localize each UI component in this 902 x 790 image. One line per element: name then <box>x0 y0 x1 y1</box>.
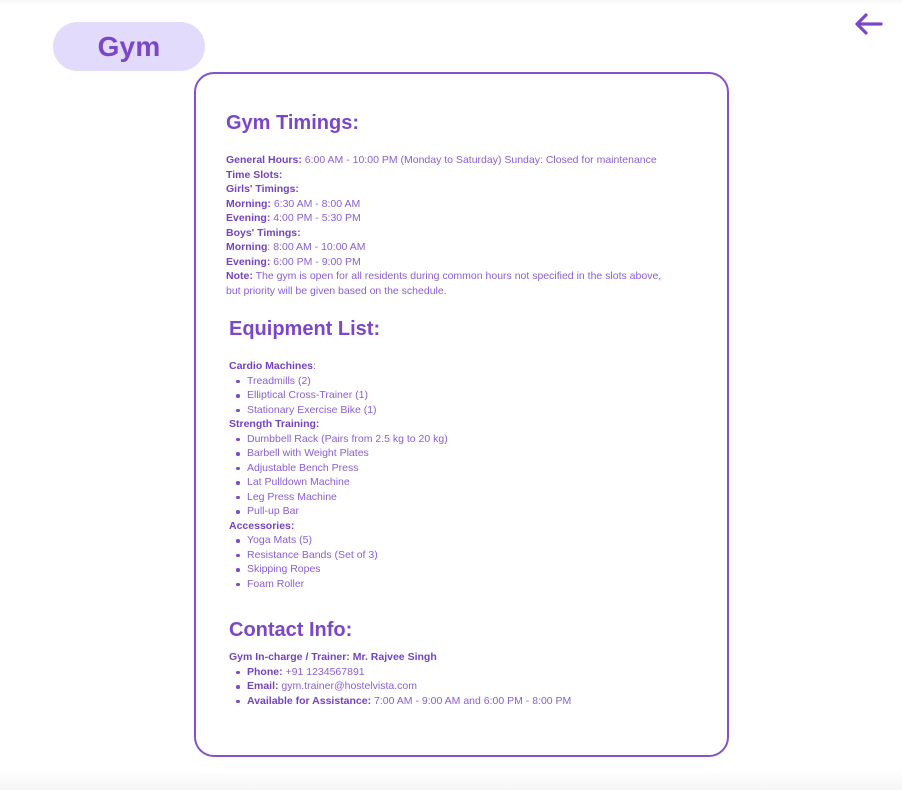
back-button[interactable] <box>852 10 884 38</box>
time-slots-row: Time Slots: <box>226 168 696 183</box>
list-item: Dumbbell Rack (Pairs from 2.5 kg to 20 k… <box>236 432 689 447</box>
email-value: gym.trainer@hostelvista.com <box>278 680 417 692</box>
contact-section: Gym In-charge / Trainer: Mr. Rajvee Sing… <box>229 650 689 708</box>
list-item: Skipping Ropes <box>236 562 689 577</box>
time-slots-label: Time Slots: <box>226 168 283 181</box>
timings-heading: Gym Timings: <box>226 112 359 134</box>
gym-info-card: Gym Timings: General Hours: 6:00 AM - 10… <box>194 72 729 757</box>
boys-evening-value: 6:00 PM - 9:00 PM <box>270 255 361 268</box>
cardio-list: Treadmills (2) Elliptical Cross-Trainer … <box>229 374 689 418</box>
list-item: Leg Press Machine <box>236 490 689 505</box>
phone-label: Phone: <box>247 665 283 678</box>
accessories-row: Accessories: <box>229 519 689 534</box>
note-label: Note: <box>226 270 253 282</box>
girls-timings-row: Girls' Timings: <box>226 182 696 197</box>
contact-list: Phone: +91 1234567891 Email: gym.trainer… <box>229 665 689 709</box>
list-item: Elliptical Cross-Trainer (1) <box>236 388 689 403</box>
girls-morning-label: Morning: <box>226 197 271 210</box>
note-value: The gym is open for all residents during… <box>226 270 662 297</box>
page-title-text: Gym <box>97 30 161 62</box>
list-item: Barbell with Weight Plates <box>236 446 689 461</box>
gym-page: Gym Gym Timings: General Hours: 6:00 AM … <box>0 0 902 790</box>
accessories-list: Yoga Mats (5) Resistance Bands (Set of 3… <box>229 533 689 591</box>
contact-heading: Contact Info: <box>229 619 353 641</box>
accessories-label: Accessories: <box>229 519 295 532</box>
girls-evening-row: Evening: 4:00 PM - 5:30 PM <box>226 211 696 226</box>
girls-morning-value: 6:30 AM - 8:00 AM <box>270 197 361 210</box>
phone-value: +91 1234567891 <box>282 665 365 678</box>
list-item: Stationary Exercise Bike (1) <box>236 403 689 418</box>
list-item: Resistance Bands (Set of 3) <box>236 548 689 563</box>
list-item: Treadmills (2) <box>236 374 689 389</box>
availability-value: 7:00 AM - 9:00 AM and 6:00 PM - 8:00 PM <box>371 694 572 707</box>
strength-list: Dumbbell Rack (Pairs from 2.5 kg to 20 k… <box>229 432 689 519</box>
list-item: Pull-up Bar <box>236 504 689 519</box>
boys-timings-label: Boys' Timings: <box>226 226 301 239</box>
strength-label: Strength Training: <box>229 418 320 430</box>
cardio-label: Cardio Machines <box>229 360 314 372</box>
boys-morning-row: Morning: 8:00 AM - 10:00 AM <box>226 240 696 255</box>
strength-row: Strength Training: <box>229 417 689 432</box>
email-label: Email: <box>247 680 279 692</box>
page-title: Gym <box>53 22 205 71</box>
cardio-suffix: : <box>313 360 316 372</box>
boys-evening-label: Evening: <box>226 255 271 268</box>
girls-timings-label: Girls' Timings: <box>226 183 299 195</box>
availability-label: Available for Assistance: <box>247 694 372 707</box>
boys-evening-row: Evening: 6:00 PM - 9:00 PM <box>226 255 696 270</box>
equipment-heading: Equipment List: <box>229 318 381 340</box>
general-hours-label: General Hours: <box>226 154 302 166</box>
girls-evening-value: 4:00 PM - 5:30 PM <box>270 212 361 224</box>
incharge-row: Gym In-charge / Trainer: Mr. Rajvee Sing… <box>229 650 689 665</box>
note-row: Note: The gym is open for all residents … <box>226 269 671 298</box>
general-hours-row: General Hours: 6:00 AM - 10:00 PM (Monda… <box>226 153 696 168</box>
boys-morning-label: Morning <box>226 241 268 253</box>
email-item: Email: gym.trainer@hostelvista.com <box>236 679 689 694</box>
arrow-left-icon <box>855 13 883 35</box>
availability-item: Available for Assistance: 7:00 AM - 9:00… <box>236 694 689 709</box>
boys-timings-row: Boys' Timings: <box>226 226 696 241</box>
list-item: Yoga Mats (5) <box>236 533 689 548</box>
general-hours-value: 6:00 AM - 10:00 PM (Monday to Saturday) … <box>301 154 657 166</box>
boys-morning-value: : 8:00 AM - 10:00 AM <box>267 241 366 253</box>
girls-morning-row: Morning: 6:30 AM - 8:00 AM <box>226 197 696 212</box>
equipment-section: Cardio Machines: Treadmills (2) Elliptic… <box>229 359 689 591</box>
timings-section: General Hours: 6:00 AM - 10:00 PM (Monda… <box>226 153 696 298</box>
list-item: Adjustable Bench Press <box>236 461 689 476</box>
phone-item: Phone: +91 1234567891 <box>236 665 689 680</box>
cardio-row: Cardio Machines: <box>229 359 689 374</box>
list-item: Foam Roller <box>236 577 689 592</box>
list-item: Lat Pulldown Machine <box>236 475 689 490</box>
girls-evening-label: Evening: <box>226 212 271 224</box>
incharge-label: Gym In-charge / Trainer: Mr. Rajvee Sing… <box>229 651 437 663</box>
